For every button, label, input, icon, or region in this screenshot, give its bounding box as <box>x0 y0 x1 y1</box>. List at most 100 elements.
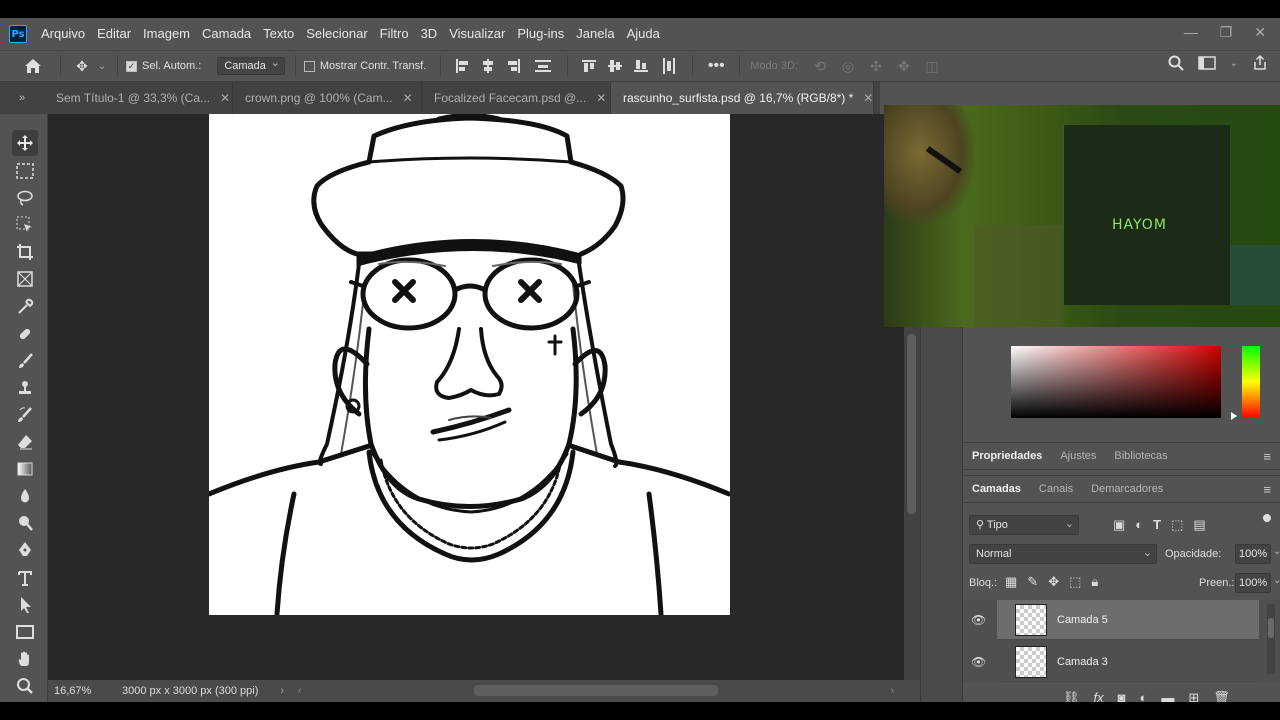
collapse-toolbar-icon[interactable]: » <box>0 82 44 114</box>
align-right-icon[interactable] <box>501 59 527 73</box>
lock-all-icon[interactable]: 🔒︎ <box>1091 574 1098 590</box>
search-icon[interactable] <box>1168 55 1184 71</box>
lock-artboard-icon[interactable]: ⬚ <box>1069 574 1081 590</box>
fill-chevron-icon[interactable]: ⌄ <box>1273 575 1280 586</box>
history-brush-tool-icon[interactable] <box>12 402 38 428</box>
menu-plugins[interactable]: Plug-ins <box>511 18 570 50</box>
new-group-icon[interactable]: ▬ <box>1161 690 1174 702</box>
close-icon[interactable]: ✕ <box>1254 24 1266 41</box>
layer-row[interactable]: Camada 3 <box>997 642 1259 682</box>
status-expand-icon[interactable]: › <box>280 685 284 697</box>
tab-bibliotecas[interactable]: Bibliotecas <box>1105 442 1176 470</box>
panel-menu-icon[interactable]: ≡ <box>1263 482 1271 497</box>
align-top-icon[interactable] <box>576 59 602 73</box>
align-left-icon[interactable] <box>449 59 475 73</box>
menu-visualizar[interactable]: Visualizar <box>443 18 511 50</box>
share-icon[interactable] <box>1252 55 1268 71</box>
close-tab-icon[interactable]: ✕ <box>403 91 413 105</box>
zoom-tool-icon[interactable] <box>12 673 38 699</box>
fill-input[interactable]: 100% <box>1235 573 1271 593</box>
menu-editar[interactable]: Editar <box>91 18 137 50</box>
document-canvas-area[interactable] <box>48 113 904 680</box>
menu-ajuda[interactable]: Ajuda <box>621 18 666 50</box>
frame-tool-icon[interactable] <box>12 266 38 292</box>
tab-propriedades[interactable]: Propriedades <box>963 442 1051 470</box>
scroll-left-icon[interactable]: ‹ <box>298 685 302 697</box>
blend-mode-dropdown[interactable]: Normal ⌄ <box>969 544 1157 564</box>
tab-rascunho-surfista[interactable]: rascunho_surfista.psd @ 16,7% (RGB/8*) *… <box>611 82 874 114</box>
menu-janela[interactable]: Janela <box>570 18 620 50</box>
rectangle-tool-icon[interactable] <box>12 619 38 645</box>
opacity-chevron-icon[interactable]: ⌄ <box>1273 546 1280 557</box>
blur-tool-icon[interactable] <box>12 483 38 509</box>
link-layers-icon[interactable]: ⛓︎ <box>1063 690 1080 702</box>
tab-sem-titulo[interactable]: Sem Título-1 @ 33,3% (Ca... ✕ <box>44 82 233 114</box>
path-selection-tool-icon[interactable] <box>12 592 38 618</box>
hue-slider-marker-icon[interactable] <box>1231 412 1237 420</box>
clone-stamp-tool-icon[interactable] <box>12 375 38 401</box>
workspace-chevron-icon[interactable]: ⌄ <box>1230 58 1238 69</box>
tab-camadas[interactable]: Camadas <box>963 475 1030 503</box>
filter-pixel-icon[interactable]: ▣ <box>1113 517 1125 533</box>
menu-arquivo[interactable]: Arquivo <box>35 18 91 50</box>
visibility-eye-icon[interactable]: 👁︎ <box>971 655 986 669</box>
horizontal-scroll-thumb[interactable] <box>474 685 718 696</box>
menu-3d[interactable]: 3D <box>415 18 444 50</box>
align-vcenter-icon[interactable] <box>602 59 628 73</box>
align-hcenter-icon[interactable] <box>475 59 501 73</box>
workspace-icon[interactable] <box>1197 56 1216 70</box>
healing-brush-tool-icon[interactable] <box>12 321 38 347</box>
filter-smartobject-icon[interactable]: ▤ <box>1193 517 1205 533</box>
menu-imagem[interactable]: Imagem <box>137 18 196 50</box>
align-bottom-icon[interactable] <box>628 59 654 73</box>
filter-type-icon[interactable]: T <box>1153 517 1161 533</box>
visibility-eye-icon[interactable]: 👁︎ <box>971 613 986 627</box>
scroll-right-icon[interactable]: › <box>890 685 894 697</box>
auto-select-checkbox[interactable]: ✓ <box>126 60 137 72</box>
layer-row[interactable]: Camada 5 <box>997 600 1259 640</box>
auto-select-dropdown[interactable]: Camada <box>217 56 285 75</box>
filter-shape-icon[interactable]: ⬚ <box>1171 517 1183 533</box>
home-icon[interactable] <box>14 58 52 74</box>
tab-focalized-facecam[interactable]: Focalized Facecam.psd @... ✕ <box>422 82 611 114</box>
tab-crown[interactable]: crown.png @ 100% (Cam... ✕ <box>233 82 422 114</box>
filter-toggle-icon[interactable] <box>1263 514 1271 522</box>
filter-adjustment-icon[interactable]: ◐ <box>1135 517 1143 533</box>
eyedropper-tool-icon[interactable] <box>12 294 38 320</box>
tab-canais[interactable]: Canais <box>1030 475 1082 503</box>
color-picker-field[interactable] <box>1011 346 1221 418</box>
transform-controls-checkbox[interactable] <box>303 60 315 72</box>
gradient-tool-icon[interactable] <box>12 456 38 482</box>
lock-position-icon[interactable]: ✥ <box>1048 574 1059 590</box>
tab-ajustes[interactable]: Ajustes <box>1051 442 1105 470</box>
tab-demarcadores[interactable]: Demarcadores <box>1082 475 1172 503</box>
zoom-level[interactable]: 16,67% <box>54 685 114 697</box>
hue-slider[interactable] <box>1242 346 1260 418</box>
pen-tool-icon[interactable] <box>12 537 38 563</box>
menu-filtro[interactable]: Filtro <box>374 18 415 50</box>
lock-paint-icon[interactable]: ✎ <box>1027 574 1038 590</box>
eraser-tool-icon[interactable] <box>12 429 38 455</box>
delete-layer-icon[interactable]: 🗑︎ <box>1213 690 1230 702</box>
canvas[interactable] <box>206 113 732 617</box>
menu-selecionar[interactable]: Selecionar <box>300 18 373 50</box>
panel-menu-icon[interactable]: ≡ <box>1263 449 1271 464</box>
layers-scrollbar[interactable] <box>1267 604 1275 674</box>
move-tool-icon[interactable]: ✥ <box>69 58 95 75</box>
dodge-tool-icon[interactable] <box>12 510 38 536</box>
layer-filter-dropdown[interactable]: ⚲ Tipo ⌄ <box>969 515 1079 535</box>
opacity-input[interactable]: 100% <box>1235 544 1271 564</box>
close-tab-icon[interactable]: ✕ <box>220 91 230 105</box>
minimize-icon[interactable]: — <box>1184 24 1198 40</box>
brush-tool-icon[interactable] <box>12 348 38 374</box>
menu-camada[interactable]: Camada <box>196 18 257 50</box>
maximize-icon[interactable]: ❐ <box>1220 24 1233 41</box>
distribute-icon[interactable] <box>527 59 559 73</box>
crop-tool-icon[interactable] <box>12 239 38 265</box>
menu-texto[interactable]: Texto <box>257 18 300 50</box>
hand-tool-icon[interactable] <box>12 646 38 672</box>
layer-style-icon[interactable]: fx <box>1094 690 1104 702</box>
close-tab-icon[interactable]: ✕ <box>863 91 873 105</box>
layers-scroll-thumb[interactable] <box>1268 618 1274 638</box>
new-layer-icon[interactable]: ⊞ <box>1188 690 1199 702</box>
